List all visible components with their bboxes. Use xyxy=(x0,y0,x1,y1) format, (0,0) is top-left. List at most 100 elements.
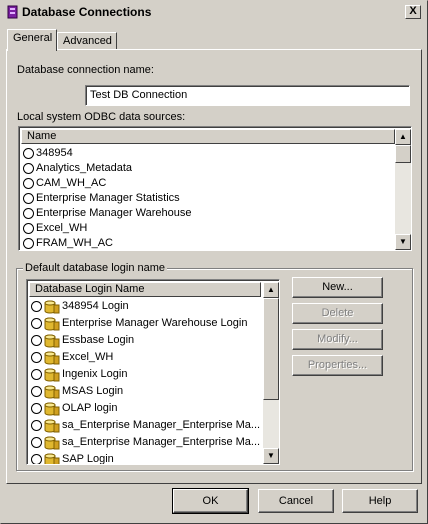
login-list-item[interactable]: Excel_WH xyxy=(29,349,260,366)
login-item-label: MSAS Login xyxy=(62,385,124,397)
login-list-item[interactable]: Enterprise Manager Warehouse Login xyxy=(29,315,260,332)
login-item-label: Excel_WH xyxy=(62,351,114,363)
login-item-label: sa_Enterprise Manager_Enterprise Ma... xyxy=(62,419,261,431)
database-connections-icon xyxy=(7,5,18,19)
login-item-label: SAP Login xyxy=(62,453,114,465)
odbc-item-label: Excel_WH xyxy=(36,222,88,234)
odbc-list-item[interactable]: 348954 xyxy=(21,146,192,161)
delete-login-button[interactable]: Delete xyxy=(292,303,383,324)
database-icon xyxy=(44,300,60,314)
radio-button-icon[interactable] xyxy=(23,223,34,234)
delete-login-button-label: Delete xyxy=(321,307,354,319)
close-button[interactable]: X xyxy=(405,5,421,19)
cancel-button-label: Cancel xyxy=(278,495,314,507)
odbc-item-label: FRAM_WH_AC xyxy=(36,237,114,249)
odbc-listbox[interactable]: Name 348954 Analytics_Metadata CAM_WH_AC En… xyxy=(18,126,412,251)
help-button[interactable]: Help xyxy=(342,489,418,513)
scroll-up-button[interactable]: ▲ xyxy=(263,282,279,298)
radio-button-icon[interactable] xyxy=(31,403,42,414)
odbc-item-label: 348954 xyxy=(36,147,73,159)
radio-button-icon[interactable] xyxy=(31,454,42,464)
radio-button-icon[interactable] xyxy=(31,318,42,329)
default-login-group-label: Default database login name xyxy=(23,262,168,274)
properties-login-button[interactable]: Properties... xyxy=(292,355,383,376)
odbc-list-item[interactable]: Enterprise Manager Statistics xyxy=(21,191,192,206)
database-icon xyxy=(44,419,60,433)
odbc-item-label: Analytics_Metadata xyxy=(36,162,132,174)
odbc-scrollbar[interactable]: ▲ ▼ xyxy=(395,129,411,250)
odbc-list-item[interactable]: Excel_WH xyxy=(21,221,192,236)
odbc-list-item[interactable]: Enterprise Manager Warehouse xyxy=(21,206,192,221)
database-icon xyxy=(44,436,60,450)
odbc-item-label: Enterprise Manager Warehouse xyxy=(36,207,192,219)
radio-button-icon[interactable] xyxy=(31,386,42,397)
window-title: Database Connections xyxy=(22,5,152,19)
database-connections-window: Database Connections X General Advanced … xyxy=(0,0,428,524)
new-login-button[interactable]: New... xyxy=(292,277,383,298)
database-icon xyxy=(44,317,60,331)
connection-name-input[interactable]: Test DB Connection xyxy=(85,85,410,106)
radio-button-icon[interactable] xyxy=(31,420,42,431)
odbc-item-label: Enterprise Manager Statistics xyxy=(36,192,180,204)
radio-button-icon[interactable] xyxy=(31,335,42,346)
scroll-down-button[interactable]: ▼ xyxy=(263,448,279,464)
login-list-item[interactable]: 348954 Login xyxy=(29,298,260,315)
radio-button-icon[interactable] xyxy=(23,163,34,174)
tab-general[interactable]: General xyxy=(7,29,57,51)
radio-button-icon[interactable] xyxy=(31,301,42,312)
login-column-header[interactable]: Database Login Name xyxy=(29,282,261,297)
modify-login-button-label: Modify... xyxy=(317,333,358,345)
scroll-up-button[interactable]: ▲ xyxy=(395,129,411,145)
database-icon xyxy=(44,368,60,382)
odbc-label: Local system ODBC data sources: xyxy=(17,111,186,123)
radio-button-icon[interactable] xyxy=(31,369,42,380)
database-icon xyxy=(44,351,60,365)
odbc-list-item[interactable]: FRAM_WH_AC xyxy=(21,236,192,250)
new-login-button-label: New... xyxy=(322,281,353,293)
scroll-thumb[interactable] xyxy=(395,145,411,163)
odbc-list-item[interactable]: CAM_WH_AC xyxy=(21,176,192,191)
database-icon xyxy=(44,385,60,399)
database-icon xyxy=(44,402,60,416)
login-item-label: Enterprise Manager Warehouse Login xyxy=(62,317,248,329)
odbc-rows: 348954 Analytics_Metadata CAM_WH_AC Enterpr… xyxy=(21,146,192,250)
odbc-column-header[interactable]: Name xyxy=(21,129,395,144)
login-item-label: 348954 Login xyxy=(62,300,129,312)
ok-button[interactable]: OK xyxy=(172,488,249,514)
odbc-item-label: CAM_WH_AC xyxy=(36,177,107,189)
login-scrollbar[interactable]: ▲ ▼ xyxy=(263,282,279,464)
login-listbox[interactable]: Database Login Name 348954 Login Enterpri… xyxy=(26,279,280,465)
radio-button-icon[interactable] xyxy=(23,238,34,249)
radio-button-icon[interactable] xyxy=(23,208,34,219)
cancel-button[interactable]: Cancel xyxy=(258,489,334,513)
tab-advanced[interactable]: Advanced xyxy=(57,32,117,50)
radio-button-icon[interactable] xyxy=(23,148,34,159)
tab-general-label: General xyxy=(13,32,53,44)
database-icon xyxy=(44,334,60,348)
connection-name-label: Database connection name: xyxy=(17,64,154,76)
login-list-item[interactable]: MSAS Login xyxy=(29,383,260,400)
scroll-down-button[interactable]: ▼ xyxy=(395,234,411,250)
tab-advanced-label: Advanced xyxy=(63,35,112,47)
modify-login-button[interactable]: Modify... xyxy=(292,329,383,350)
login-list-item[interactable]: sa_Enterprise Manager_Enterprise Ma... xyxy=(29,417,260,434)
odbc-list-item[interactable]: Analytics_Metadata xyxy=(21,161,192,176)
radio-button-icon[interactable] xyxy=(31,437,42,448)
login-list-item[interactable]: sa_Enterprise Manager_Enterprise Ma... xyxy=(29,434,260,451)
properties-login-button-label: Properties... xyxy=(307,359,368,371)
login-item-label: Essbase Login xyxy=(62,334,135,346)
login-list-item[interactable]: Ingenix Login xyxy=(29,366,260,383)
help-button-label: Help xyxy=(368,495,392,507)
scroll-thumb[interactable] xyxy=(263,298,279,400)
title-bar[interactable]: Database Connections X xyxy=(3,3,425,22)
login-item-label: OLAP login xyxy=(62,402,118,414)
radio-button-icon[interactable] xyxy=(23,193,34,204)
login-list-item[interactable]: SAP Login xyxy=(29,451,260,465)
radio-button-icon[interactable] xyxy=(23,178,34,189)
database-icon xyxy=(44,453,60,464)
login-item-label: sa_Enterprise Manager_Enterprise Ma... xyxy=(62,436,261,448)
login-list-item[interactable]: Essbase Login xyxy=(29,332,260,349)
login-item-label: Ingenix Login xyxy=(62,368,128,380)
radio-button-icon[interactable] xyxy=(31,352,42,363)
login-list-item[interactable]: OLAP login xyxy=(29,400,260,417)
